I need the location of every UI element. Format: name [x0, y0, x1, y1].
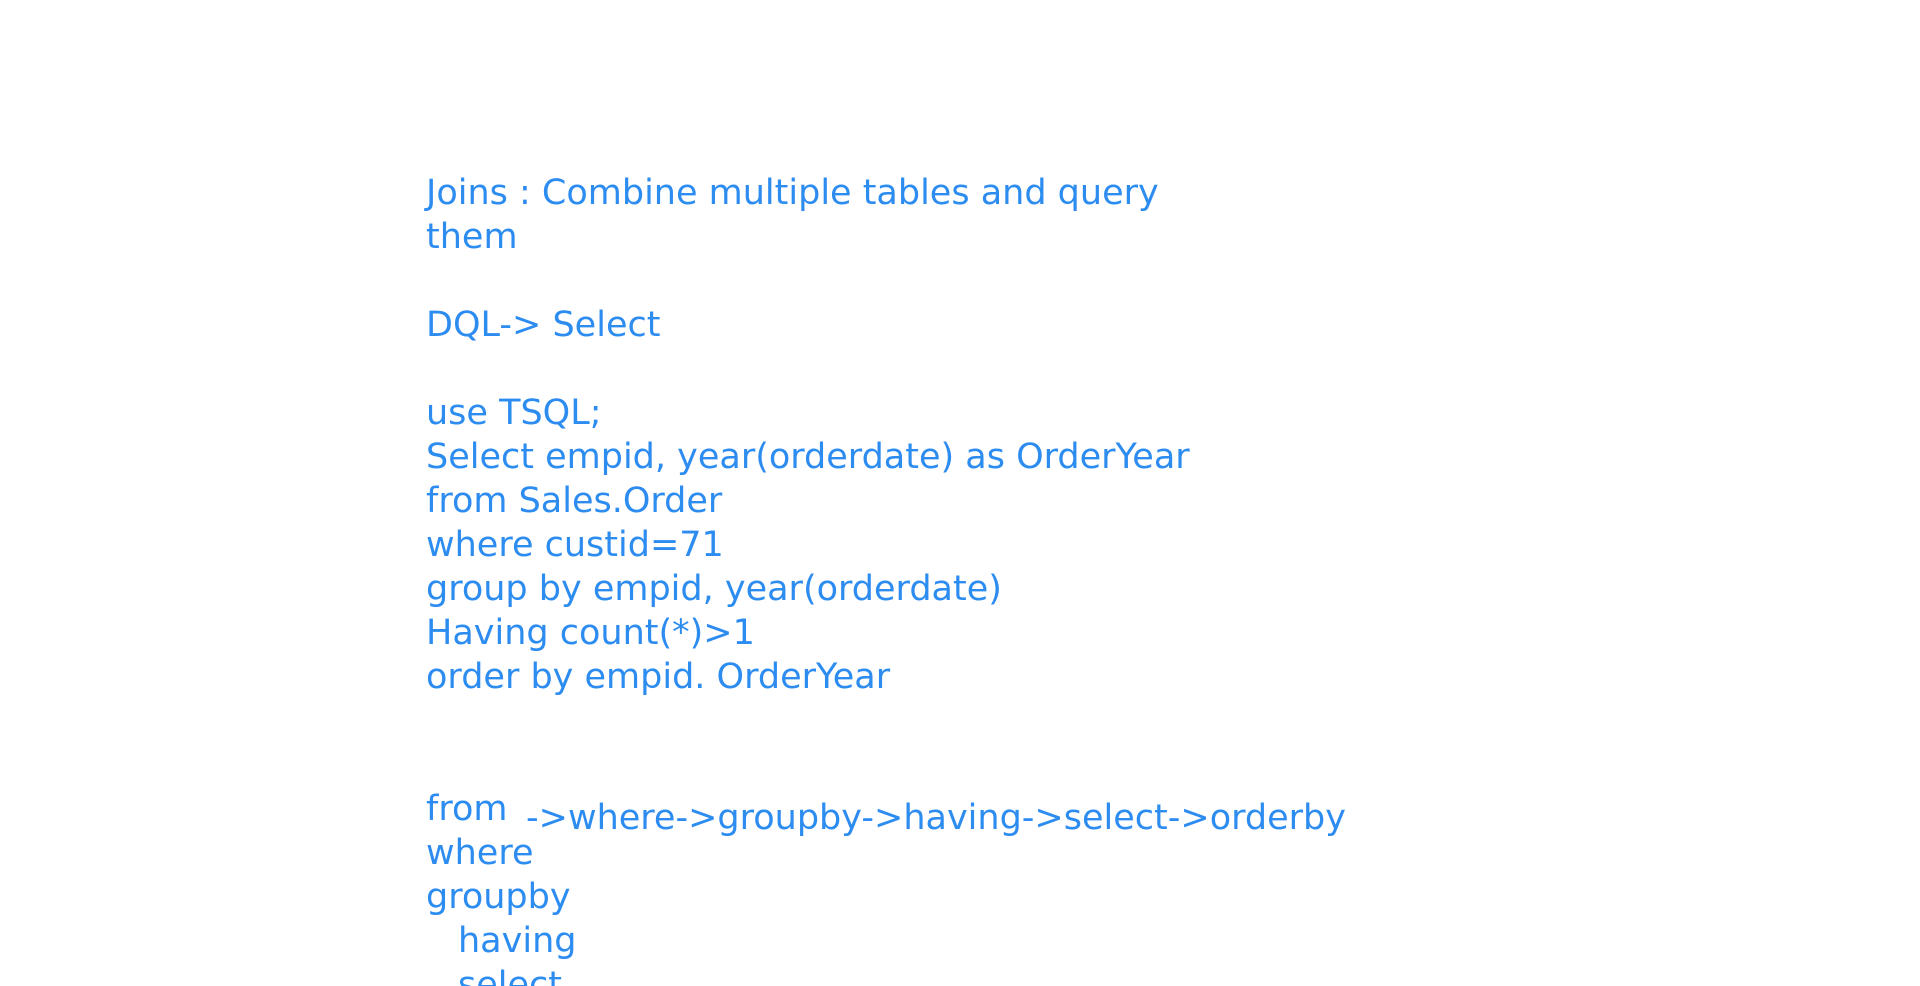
query-order-by-line: order by empid. OrderYear [426, 657, 891, 697]
note-canvas[interactable]: Joins : Combine multiple tables and quer… [0, 0, 1920, 986]
query-select-line: Select empid, year(orderdate) as OrderYe… [426, 437, 1190, 477]
execution-order-groupby: groupby [426, 877, 571, 917]
execution-order-having: having [458, 921, 577, 961]
joins-definition-line-2: them [426, 217, 518, 257]
query-having-line: Having count(*)>1 [426, 613, 755, 653]
execution-order-chain: ->where->groupby->having->select->orderb… [526, 798, 1346, 838]
execution-order-select: select [458, 965, 562, 986]
query-group-by-line: group by empid, year(orderdate) [426, 569, 1002, 609]
query-use-line: use TSQL; [426, 393, 602, 433]
execution-order-where: where [426, 833, 534, 873]
execution-order-from: from [426, 789, 508, 829]
query-where-line: where custid=71 [426, 525, 724, 565]
dql-heading: DQL-> Select [426, 305, 661, 345]
query-from-line: from Sales.Order [426, 481, 723, 521]
joins-definition-line-1: Joins : Combine multiple tables and quer… [426, 173, 1159, 213]
